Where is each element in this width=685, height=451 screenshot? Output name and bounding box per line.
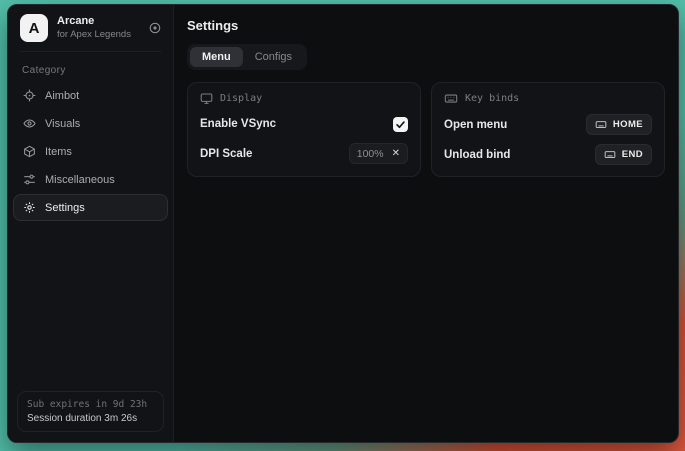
open-menu-bind-button[interactable]: HOME bbox=[586, 114, 652, 135]
keybinds-card: Key binds Open menu HOME bbox=[431, 82, 665, 177]
sidebar-divider bbox=[20, 51, 161, 52]
sub-expires-text: Sub expires in 9d 23h bbox=[27, 399, 154, 410]
eye-icon bbox=[23, 117, 36, 130]
unload-bind-row: Unload bind END bbox=[444, 144, 652, 165]
unload-bind-key: END bbox=[622, 149, 643, 160]
sidebar-item-visuals[interactable]: Visuals bbox=[13, 110, 168, 137]
unload-bind-label: Unload bind bbox=[444, 149, 510, 161]
keybinds-card-title: Key binds bbox=[465, 93, 519, 104]
sidebar-item-label: Visuals bbox=[45, 118, 80, 130]
sidebar-item-miscellaneous[interactable]: Miscellaneous bbox=[13, 166, 168, 193]
display-card-header: Display bbox=[200, 92, 408, 105]
page-title: Settings bbox=[187, 18, 665, 33]
sidebar-item-label: Items bbox=[45, 146, 72, 158]
cube-icon bbox=[23, 145, 36, 158]
dpi-row: DPI Scale 100% ✕ bbox=[200, 143, 408, 164]
sidebar-item-label: Aimbot bbox=[45, 90, 79, 102]
subscription-info: Sub expires in 9d 23h Session duration 3… bbox=[17, 391, 164, 432]
monitor-icon bbox=[200, 92, 213, 105]
open-menu-key: HOME bbox=[613, 119, 643, 130]
keybinds-card-header: Key binds bbox=[444, 92, 652, 105]
dpi-scale-value: 100% bbox=[357, 148, 384, 160]
sidebar-header: A Arcane for Apex Legends bbox=[8, 5, 173, 51]
vsync-row: Enable VSync bbox=[200, 114, 408, 134]
sidebar-item-aimbot[interactable]: Aimbot bbox=[13, 82, 168, 109]
sidebar-item-label: Settings bbox=[45, 202, 85, 214]
keyboard-icon bbox=[595, 119, 607, 130]
gear-icon bbox=[23, 201, 36, 214]
display-card-title: Display bbox=[220, 93, 262, 104]
sliders-icon bbox=[23, 173, 36, 186]
sidebar: A Arcane for Apex Legends Category bbox=[8, 5, 174, 442]
logo-letter: A bbox=[29, 20, 40, 37]
tab-configs[interactable]: Configs bbox=[243, 47, 304, 67]
dpi-scale-input[interactable]: 100% ✕ bbox=[349, 143, 408, 164]
keyboard-icon bbox=[604, 149, 616, 160]
dpi-label: DPI Scale bbox=[200, 148, 252, 160]
vsync-checkbox[interactable] bbox=[393, 117, 408, 132]
app-window: A Arcane for Apex Legends Category bbox=[7, 4, 679, 443]
sidebar-item-items[interactable]: Items bbox=[13, 138, 168, 165]
app-subtitle: for Apex Legends bbox=[57, 29, 139, 41]
tab-bar: Menu Configs bbox=[187, 44, 307, 70]
category-label: Category bbox=[22, 65, 159, 76]
main-content: Settings Menu Configs Display bbox=[174, 5, 678, 442]
crosshair-icon bbox=[23, 89, 36, 102]
app-title: Arcane bbox=[57, 15, 139, 29]
vsync-label: Enable VSync bbox=[200, 118, 276, 130]
tab-menu[interactable]: Menu bbox=[190, 47, 243, 67]
sidebar-item-settings[interactable]: Settings bbox=[13, 194, 168, 221]
unload-bind-button[interactable]: END bbox=[595, 144, 652, 165]
display-card: Display Enable VSync DPI Scale 1 bbox=[187, 82, 421, 177]
target-icon[interactable] bbox=[148, 21, 162, 35]
dpi-clear-button[interactable]: ✕ bbox=[392, 149, 400, 159]
app-logo: A bbox=[20, 14, 48, 42]
session-duration-text: Session duration 3m 26s bbox=[27, 413, 154, 424]
desktop-background: A Arcane for Apex Legends Category bbox=[0, 0, 685, 451]
sidebar-nav: Aimbot Visuals bbox=[8, 82, 173, 221]
keyboard-icon bbox=[444, 92, 458, 105]
open-menu-label: Open menu bbox=[444, 119, 507, 131]
sidebar-item-label: Miscellaneous bbox=[45, 174, 115, 186]
settings-cards: Display Enable VSync DPI Scale 1 bbox=[187, 82, 665, 177]
open-menu-row: Open menu HOME bbox=[444, 114, 652, 135]
app-titles: Arcane for Apex Legends bbox=[57, 15, 139, 41]
